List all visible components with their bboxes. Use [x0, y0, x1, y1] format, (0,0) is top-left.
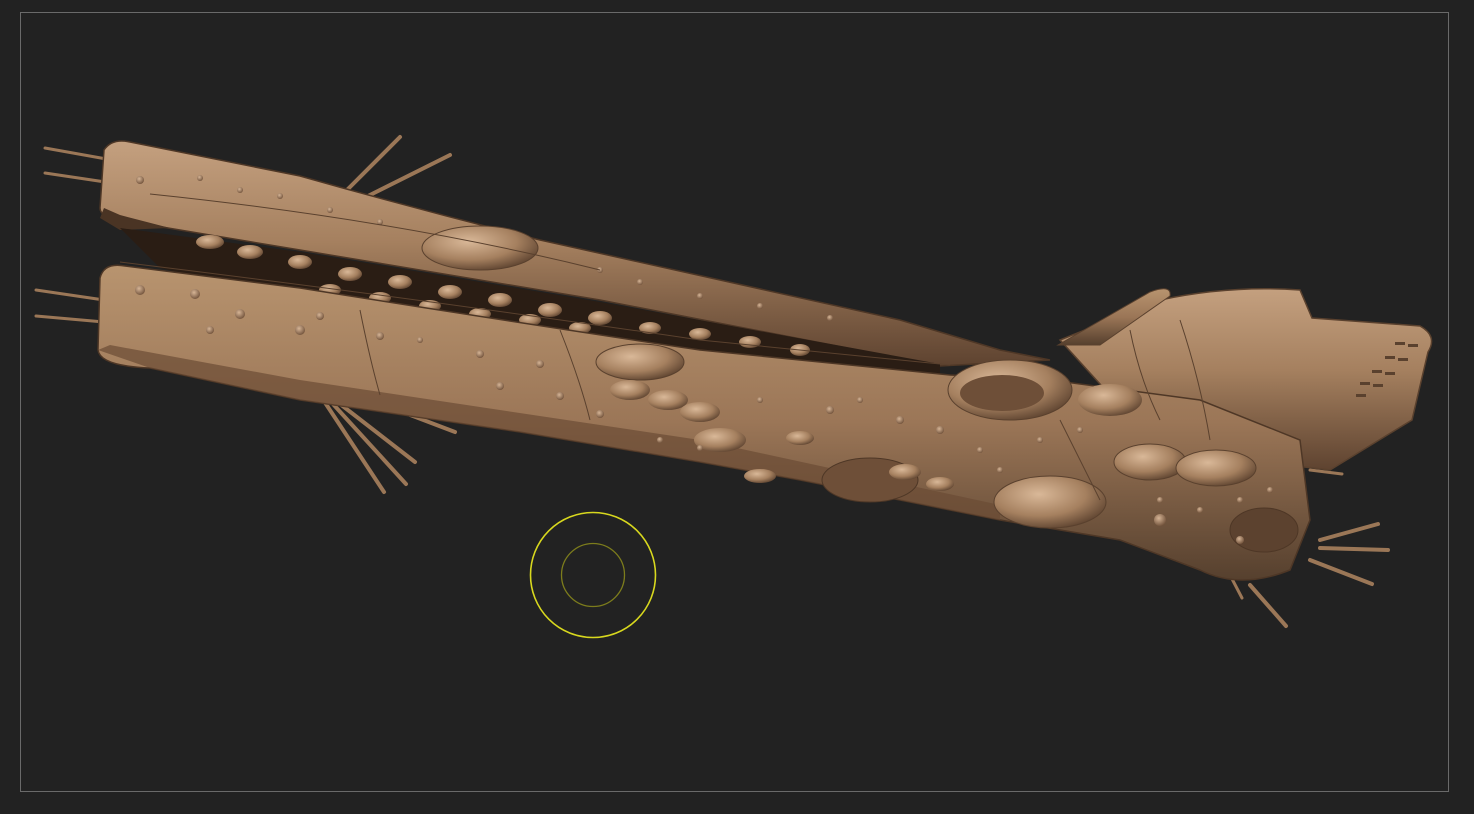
brush-cursor	[529, 511, 657, 639]
brush-inner-ring	[560, 542, 626, 608]
brush-outer-ring	[529, 511, 657, 639]
viewport-canvas[interactable]	[0, 0, 1474, 814]
3d-model-spaceship[interactable]	[0, 0, 1474, 814]
